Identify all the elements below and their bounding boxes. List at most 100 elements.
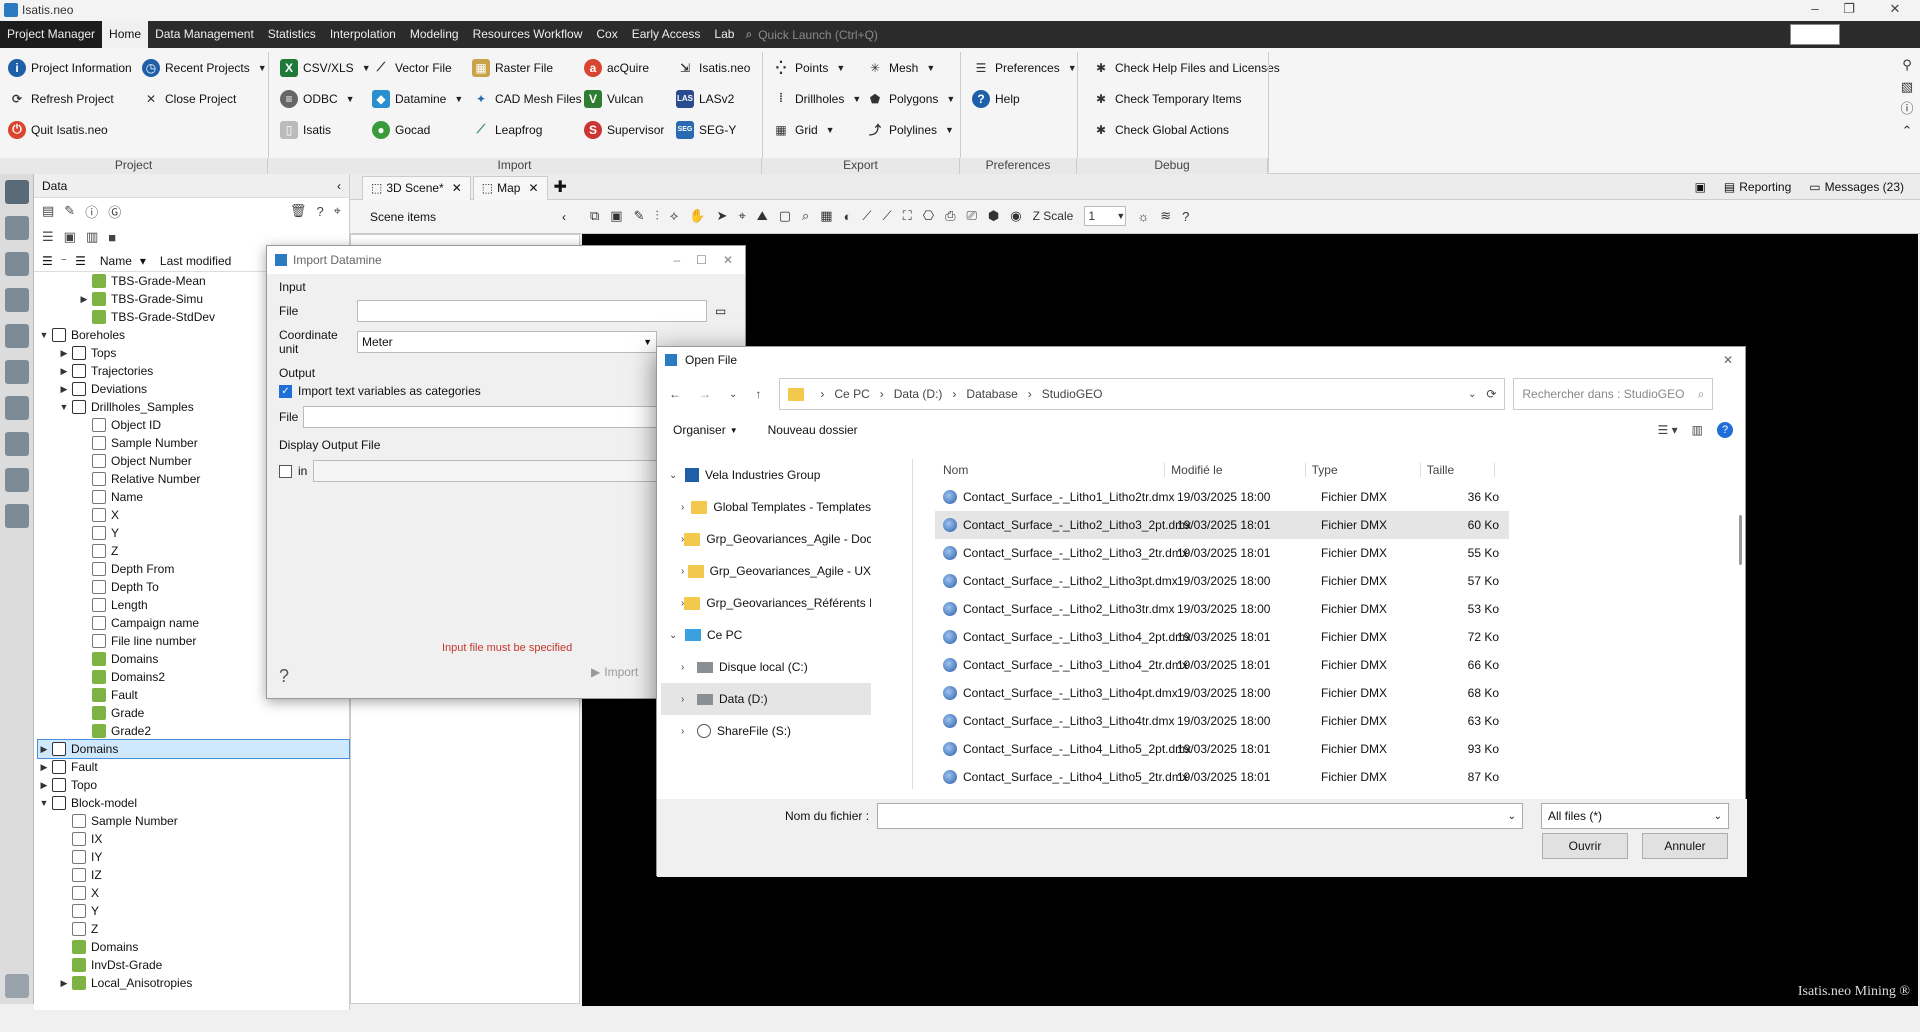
coord-unit-select[interactable]: Meter ▼: [357, 331, 657, 353]
sort-icon[interactable]: ⁻: [61, 254, 67, 268]
tree-item[interactable]: ▶ Fault: [38, 758, 349, 776]
sort-down-icon[interactable]: ☰: [75, 254, 86, 268]
nav-item[interactable]: › Disque local (C:): [661, 651, 871, 683]
help-icon[interactable]: ?: [316, 204, 323, 219]
chevron-right-icon[interactable]: ›: [681, 726, 697, 737]
nav-item[interactable]: › Data (D:): [661, 683, 871, 715]
collapse-ribbon-icon[interactable]: ⌃: [1898, 120, 1916, 142]
tree-item[interactable]: ▶ Local_Anisotropies: [38, 974, 349, 992]
light-icon[interactable]: ◐: [844, 209, 852, 224]
vulcan-button[interactable]: V Vulcan: [584, 83, 664, 114]
tree-item[interactable]: IX: [38, 830, 349, 848]
nav-item[interactable]: › Grp_Geovariances_Agile - UX: [661, 555, 871, 587]
col-name[interactable]: Name: [100, 254, 132, 268]
layout-icon[interactable]: ⧉: [590, 208, 599, 224]
menu-interpolation[interactable]: Interpolation: [323, 21, 403, 48]
profile-select[interactable]: [1790, 24, 1840, 45]
file-row[interactable]: Contact_Surface_-_Litho2_Litho3pt.dmx 19/…: [935, 567, 1509, 595]
grid-view-icon[interactable]: ▦: [820, 208, 832, 224]
tab-3d-scene[interactable]: ⬚ 3D Scene* ✕: [362, 175, 471, 200]
filter-icon[interactable]: ▤: [42, 203, 54, 219]
close-icon[interactable]: ✕: [1880, 1, 1910, 19]
palette-icon[interactable]: ▧: [1898, 76, 1916, 98]
nav-item[interactable]: ›Grp_Geovariances_Agile - Documer: [661, 523, 871, 555]
menu-project-manager[interactable]: Project Manager: [0, 21, 103, 48]
lasv2-button[interactable]: LAS LASv2: [676, 83, 750, 114]
breadcrumb-data-d[interactable]: Data (D:): [894, 387, 943, 401]
nav-item[interactable]: ⌄ Ce PC: [661, 619, 871, 651]
col-taille[interactable]: Taille: [1421, 463, 1495, 477]
collapse-panel-icon[interactable]: ‹: [337, 174, 341, 198]
run-icon[interactable]: [5, 468, 29, 492]
recent-projects-button[interactable]: ◷ Recent Projects ▼: [142, 52, 267, 83]
open-button[interactable]: Ouvrir: [1542, 833, 1628, 859]
breadcrumb-database[interactable]: Database: [966, 387, 1017, 401]
preferences-button[interactable]: ☰ Preferences ▼: [972, 52, 1077, 83]
info-icon[interactable]: ⓘ: [85, 202, 98, 221]
collapse-scene-icon[interactable]: ‹: [562, 210, 566, 224]
help-icon[interactable]: ?: [1717, 422, 1733, 438]
box-icon[interactable]: ▢: [779, 208, 791, 224]
kriging-icon[interactable]: [5, 288, 29, 312]
target-icon[interactable]: ⌖: [738, 208, 745, 224]
chevron-right-icon[interactable]: ›: [681, 694, 697, 705]
history-icon[interactable]: [5, 432, 29, 456]
chevron-right-icon[interactable]: ›: [681, 662, 697, 673]
menu-lab[interactable]: Lab: [707, 21, 741, 48]
share-icon[interactable]: ⚲: [1898, 54, 1916, 76]
edit-scene-icon[interactable]: ✎: [634, 208, 645, 224]
tree-item[interactable]: Grade: [38, 704, 349, 722]
notes-icon[interactable]: ▣: [1695, 180, 1706, 194]
nav-item[interactable]: ⌄ Vela Industries Group: [661, 459, 871, 491]
file-row[interactable]: Contact_Surface_-_Litho3_Litho4_2tr.dmx 1…: [935, 651, 1509, 679]
close-tab-icon[interactable]: ✕: [528, 176, 538, 200]
text-vars-checkbox[interactable]: ✓: [279, 384, 292, 398]
export-polylines-button[interactable]: ⤴ Polylines ▼: [866, 114, 955, 145]
chevron-down-icon[interactable]: ▼: [58, 402, 70, 412]
check-temp-button[interactable]: ✱ Check Temporary Items: [1092, 83, 1280, 114]
sun-icon[interactable]: ☼: [1137, 209, 1149, 224]
snapshot-icon[interactable]: ⎙: [945, 208, 955, 224]
acquire-button[interactable]: a acQuire: [584, 52, 664, 83]
isatis-button[interactable]: ▯ Isatis: [280, 114, 371, 145]
up-arrow-icon[interactable]: ↑: [755, 387, 761, 401]
list-icon[interactable]: [5, 360, 29, 384]
gocad-button[interactable]: ● Gocad: [372, 114, 463, 145]
check-global-button[interactable]: ✱ Check Global Actions: [1092, 114, 1280, 145]
nav-item[interactable]: › ShareFile (S:): [661, 715, 871, 747]
file-row[interactable]: Contact_Surface_-_Litho2_Litho3_2tr.dmx 1…: [935, 539, 1509, 567]
export-points-button[interactable]: ⁛ Points ▼: [772, 52, 861, 83]
in-checkbox[interactable]: [279, 464, 292, 478]
restore-icon[interactable]: ❐: [1834, 1, 1864, 19]
probe-icon[interactable]: ⫶: [656, 208, 659, 224]
csv-xls-button[interactable]: X CSV/XLS ▼: [280, 52, 371, 83]
file-row[interactable]: Contact_Surface_-_Litho3_Litho4_2pt.dmx 1…: [935, 623, 1509, 651]
collapse-all-icon[interactable]: ☰: [42, 254, 53, 268]
list-view-icon[interactable]: ☰: [42, 229, 54, 245]
menu-cox[interactable]: Cox: [589, 21, 624, 48]
cad-mesh-button[interactable]: ✦ CAD Mesh Files: [472, 83, 582, 114]
menu-home[interactable]: Home: [102, 21, 149, 48]
isatisneo-button[interactable]: ⇲ Isatis.neo: [676, 52, 750, 83]
forward-arrow-icon[interactable]: →: [699, 387, 711, 401]
organiser-button[interactable]: Organiser ▼: [673, 423, 738, 437]
supervisor-button[interactable]: S Supervisor: [584, 114, 664, 145]
measure-icon[interactable]: ⟋: [862, 208, 871, 224]
close-icon[interactable]: ✕: [1723, 353, 1733, 367]
file-row[interactable]: Contact_Surface_-_Litho2_Litho3_2pt.dmx 1…: [935, 511, 1509, 539]
data-view-icon[interactable]: [5, 180, 29, 204]
pan-icon[interactable]: ✋: [689, 208, 705, 224]
zoom-icon[interactable]: ⌕: [802, 208, 809, 224]
nav-item[interactable]: ›Grp_Geovariances_Référents Départ: [661, 587, 871, 619]
back-arrow-icon[interactable]: ←: [669, 387, 681, 401]
tree-item[interactable]: ▶ Topo: [38, 776, 349, 794]
file-row[interactable]: Contact_Surface_-_Litho4_Litho5_2tr.dmx 1…: [935, 763, 1509, 791]
in-field[interactable]: [313, 460, 694, 482]
tree-item[interactable]: Domains: [38, 938, 349, 956]
file-list-scrollbar[interactable]: [1739, 515, 1742, 565]
file-row[interactable]: Contact_Surface_-_Litho1_Litho2tr.dmx 19/…: [935, 483, 1509, 511]
chevron-down-icon[interactable]: ▼: [38, 330, 50, 340]
lock-icon[interactable]: ▣: [64, 229, 76, 245]
tree-item[interactable]: Y: [38, 902, 349, 920]
close-icon[interactable]: ✕: [723, 253, 733, 267]
